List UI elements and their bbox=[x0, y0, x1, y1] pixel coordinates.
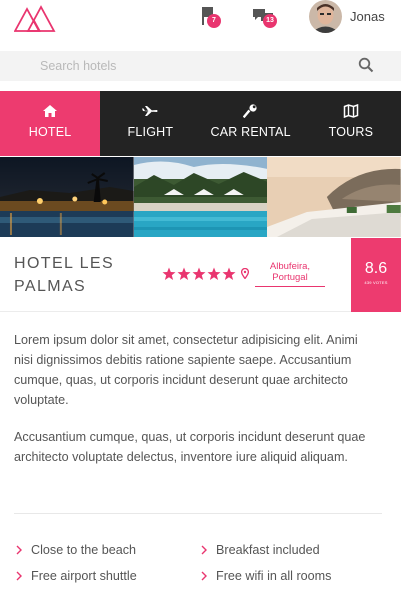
star-rating bbox=[162, 267, 237, 281]
hotel-location-link[interactable]: Albufeira, Portugal bbox=[255, 261, 325, 287]
star-icon bbox=[177, 267, 191, 280]
plane-icon bbox=[142, 106, 158, 116]
hotel-photo[interactable] bbox=[267, 157, 401, 237]
star-icon bbox=[222, 267, 236, 280]
hotel-photo[interactable] bbox=[0, 157, 134, 237]
home-icon bbox=[43, 105, 58, 117]
tab-tours[interactable]: TOURS bbox=[301, 91, 401, 156]
tab-label: CAR RENTAL bbox=[210, 125, 291, 139]
app-header: 7 13 Jonas bbox=[0, 0, 401, 50]
chevron-right-icon bbox=[201, 545, 207, 555]
hotel-photo-gallery bbox=[0, 157, 401, 237]
messages-badge: 13 bbox=[263, 14, 277, 28]
hotel-name: HOTEL LES PALMAS bbox=[14, 255, 115, 295]
search-bar bbox=[0, 51, 401, 81]
tab-label: FLIGHT bbox=[127, 125, 174, 139]
star-icon bbox=[162, 267, 176, 280]
tab-car-rental[interactable]: CAR RENTAL bbox=[201, 91, 301, 156]
search-input[interactable] bbox=[0, 51, 401, 81]
review-score-badge[interactable]: 8.6 439 VOTES bbox=[351, 238, 401, 312]
review-score: 8.6 bbox=[364, 260, 388, 277]
username[interactable]: Jonas bbox=[350, 9, 385, 24]
amenity-label: Free airport shuttle bbox=[31, 569, 137, 583]
amenity-item: Free airport shuttle bbox=[15, 569, 137, 583]
hotel-description-paragraph: Accusantium cumque, quas, ut corporis in… bbox=[14, 430, 366, 464]
votes-count: 439 VOTES bbox=[364, 280, 388, 285]
tab-label: TOURS bbox=[328, 125, 374, 139]
amenity-item: Close to the beach bbox=[15, 543, 136, 557]
tab-flight[interactable]: FLIGHT bbox=[100, 91, 200, 156]
star-icon bbox=[192, 267, 206, 280]
avatar[interactable] bbox=[309, 0, 342, 33]
map-icon bbox=[343, 104, 359, 118]
chevron-right-icon bbox=[16, 545, 22, 555]
flag-badge: 7 bbox=[207, 14, 221, 28]
divider bbox=[14, 513, 382, 514]
star-icon bbox=[207, 267, 221, 280]
map-pin-icon bbox=[241, 268, 249, 279]
triangles-logo[interactable] bbox=[14, 3, 56, 33]
hotel-photo[interactable] bbox=[133, 157, 268, 237]
amenity-label: Free wifi in all rooms bbox=[216, 569, 332, 583]
wrench-icon bbox=[242, 104, 257, 118]
amenity-item: Free wifi in all rooms bbox=[200, 569, 331, 583]
flag-notifications-button[interactable]: 7 bbox=[198, 6, 224, 32]
amenity-label: Breakfast included bbox=[216, 543, 320, 557]
tab-hotel[interactable]: HOTEL bbox=[0, 91, 101, 156]
user-photo bbox=[309, 0, 342, 33]
search-icon[interactable] bbox=[358, 57, 374, 73]
hotel-summary: HOTEL LES PALMAS Albufeira, Portugal 8.6… bbox=[0, 238, 401, 312]
amenity-label: Close to the beach bbox=[31, 543, 137, 557]
category-tabs: HOTEL FLIGHT CAR RENTAL TOURS bbox=[0, 91, 401, 156]
amenity-item: Breakfast included bbox=[200, 543, 320, 557]
chevron-right-icon bbox=[201, 571, 207, 581]
hotel-description-paragraph: Lorem ipsum dolor sit amet, consectetur … bbox=[14, 333, 358, 407]
tab-label: HOTEL bbox=[28, 125, 72, 139]
chevron-right-icon bbox=[16, 571, 22, 581]
messages-button[interactable]: 13 bbox=[252, 6, 280, 32]
